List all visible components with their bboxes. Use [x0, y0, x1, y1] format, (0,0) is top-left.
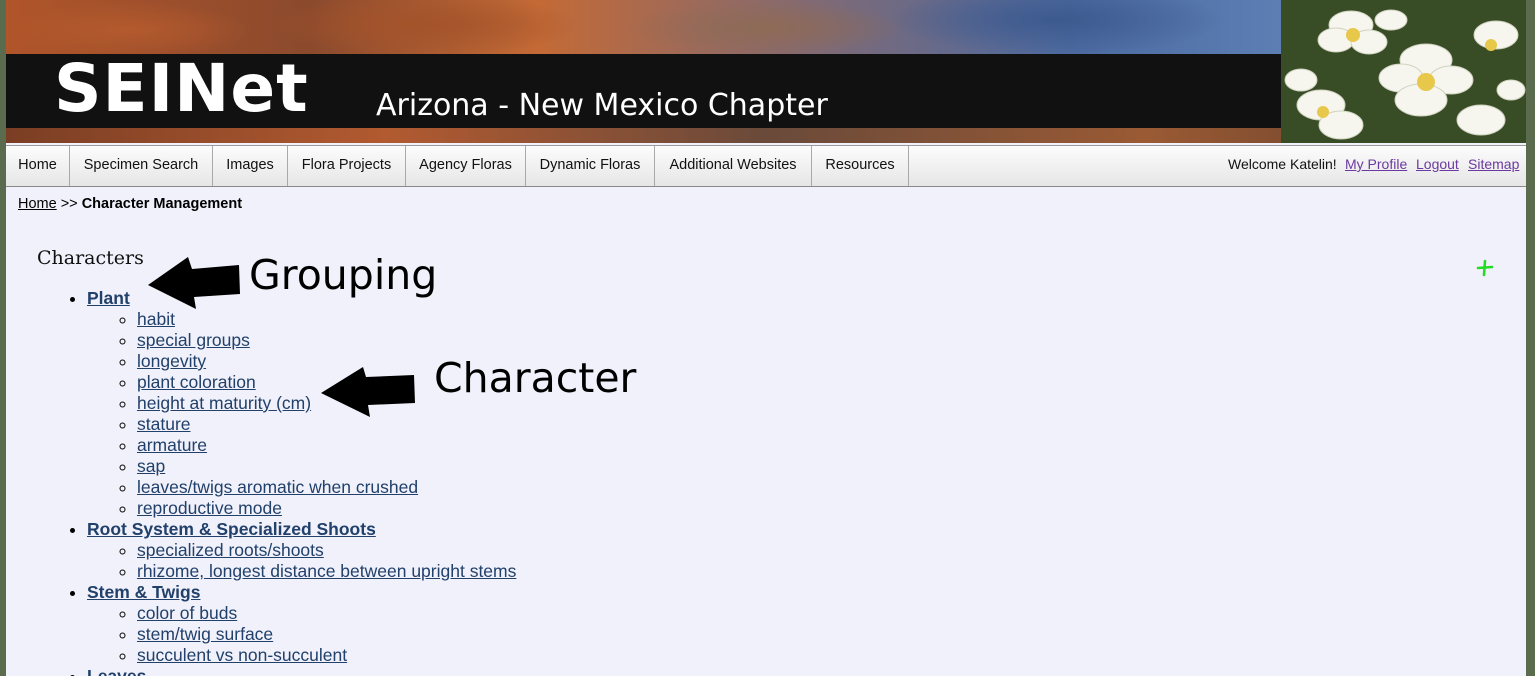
- plus-icon[interactable]: [1475, 258, 1495, 278]
- character-item: color of buds: [137, 603, 516, 624]
- group-link[interactable]: Plant: [87, 288, 130, 308]
- character-link[interactable]: habit: [137, 309, 175, 329]
- nav-dynamic-floras[interactable]: Dynamic Floras: [526, 146, 655, 186]
- character-item: sap: [137, 456, 516, 477]
- character-list: habitspecial groupslongevityplant colora…: [87, 309, 516, 519]
- nav-flora-projects[interactable]: Flora Projects: [288, 146, 406, 186]
- main-nav: Home Specimen Search Images Flora Projec…: [6, 145, 1526, 187]
- character-link[interactable]: leaves/twigs aromatic when crushed: [137, 477, 418, 497]
- nav-images[interactable]: Images: [213, 146, 288, 186]
- character-link[interactable]: stature: [137, 414, 191, 434]
- grouping-arrow-icon: [148, 257, 240, 309]
- nav-resources[interactable]: Resources: [812, 146, 909, 186]
- site-logo[interactable]: SEINet: [54, 50, 309, 127]
- character-arrow-icon: [321, 367, 415, 417]
- character-link[interactable]: succulent vs non-succulent: [137, 645, 347, 665]
- nav-agency-floras[interactable]: Agency Floras: [406, 146, 526, 186]
- character-link[interactable]: height at maturity (cm): [137, 393, 311, 413]
- sitemap-link[interactable]: Sitemap: [1468, 146, 1519, 182]
- character-tree: Planthabitspecial groupslongevityplant c…: [6, 288, 516, 676]
- group-link[interactable]: Leaves: [87, 666, 146, 676]
- grouping-annotation: Grouping: [249, 251, 438, 299]
- character-link[interactable]: sap: [137, 456, 165, 476]
- breadcrumb-current: Character Management: [81, 196, 243, 212]
- character-item: special groups: [137, 330, 516, 351]
- nav-home[interactable]: Home: [6, 146, 70, 186]
- character-link[interactable]: specialized roots/shoots: [137, 540, 324, 560]
- character-link[interactable]: stem/twig surface: [137, 624, 273, 644]
- character-link[interactable]: color of buds: [137, 603, 237, 623]
- page-title: Characters: [37, 247, 144, 269]
- group-link[interactable]: Root System & Specialized Shoots: [87, 519, 376, 539]
- my-profile-link[interactable]: My Profile: [1345, 146, 1407, 182]
- group-item: Leaves: [87, 666, 516, 676]
- breadcrumb-separator: >>: [60, 196, 78, 212]
- character-item: reproductive mode: [137, 498, 516, 519]
- nav-specimen-search[interactable]: Specimen Search: [70, 146, 213, 186]
- breadcrumb: Home >> Character Management: [18, 196, 242, 212]
- page-frame: SEINet Arizona - New Mexico Chapter Home…: [6, 0, 1526, 676]
- character-item: rhizome, longest distance between uprigh…: [137, 561, 516, 582]
- character-link[interactable]: reproductive mode: [137, 498, 282, 518]
- character-annotation: Character: [434, 354, 637, 402]
- group-item: Planthabitspecial groupslongevityplant c…: [87, 288, 516, 519]
- character-item: leaves/twigs aromatic when crushed: [137, 477, 516, 498]
- character-list: color of budsstem/twig surfacesucculent …: [87, 603, 516, 666]
- character-link[interactable]: rhizome, longest distance between uprigh…: [137, 561, 516, 581]
- character-item: stem/twig surface: [137, 624, 516, 645]
- group-link[interactable]: Stem & Twigs: [87, 582, 200, 602]
- character-item: armature: [137, 435, 516, 456]
- nav-additional-websites[interactable]: Additional Websites: [655, 146, 812, 186]
- logout-link[interactable]: Logout: [1416, 146, 1459, 182]
- character-item: specialized roots/shoots: [137, 540, 516, 561]
- breadcrumb-home-link[interactable]: Home: [18, 196, 57, 212]
- group-item: Root System & Specialized Shootsspeciali…: [87, 519, 516, 582]
- cactus-flower-image: [1281, 0, 1526, 143]
- character-link[interactable]: plant coloration: [137, 372, 256, 392]
- character-link[interactable]: special groups: [137, 330, 250, 350]
- group-item: Stem & Twigscolor of budsstem/twig surfa…: [87, 582, 516, 666]
- site-banner: SEINet Arizona - New Mexico Chapter: [6, 0, 1526, 143]
- character-item: succulent vs non-succulent: [137, 645, 516, 666]
- character-link[interactable]: longevity: [137, 351, 206, 371]
- character-link[interactable]: armature: [137, 435, 207, 455]
- character-list: specialized roots/shootsrhizome, longest…: [87, 540, 516, 582]
- welcome-message: Welcome Katelin!: [1228, 156, 1337, 172]
- chapter-title: Arizona - New Mexico Chapter: [376, 88, 828, 123]
- character-item: habit: [137, 309, 516, 330]
